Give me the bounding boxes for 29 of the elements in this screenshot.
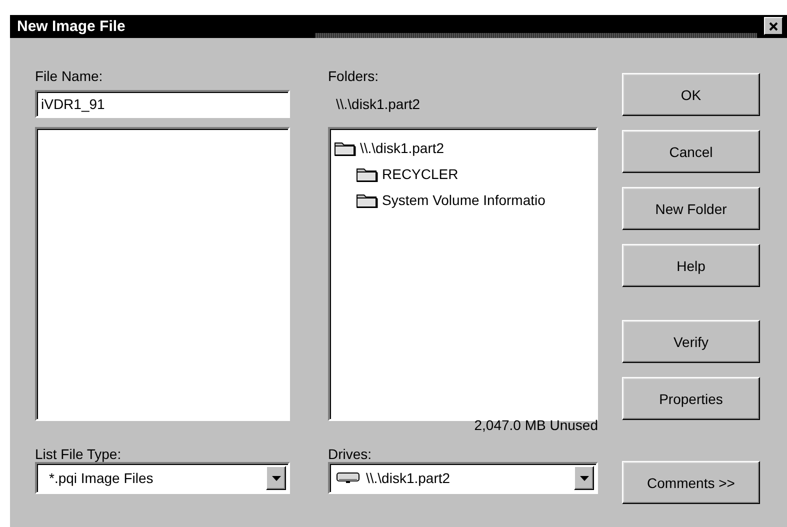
folder-item[interactable]: \\.\disk1.part2 — [360, 140, 444, 156]
file-name-field[interactable]: iVDR1_91 — [35, 90, 290, 118]
dropdown-value: \\.\disk1.part2 — [366, 470, 450, 486]
dropdown-field[interactable]: *.pqi Image Files — [35, 462, 290, 494]
folder-item[interactable]: RECYCLER — [382, 166, 458, 182]
window-title: New Image File — [17, 18, 126, 35]
drive-icon — [336, 472, 360, 484]
dropdown-value: *.pqi Image Files — [49, 470, 154, 486]
file-type-label: List File Type: — [35, 446, 122, 462]
drives-label: Drives: — [328, 446, 372, 462]
close-button[interactable] — [764, 17, 783, 35]
dialog-button[interactable]: Cancel — [622, 130, 760, 173]
dialog-button[interactable]: Comments >> — [622, 461, 760, 504]
dialog-button[interactable]: New Folder — [622, 187, 760, 230]
folder-icon — [334, 140, 356, 156]
file-list[interactable] — [35, 127, 290, 421]
close-icon — [769, 22, 778, 30]
dialog-button[interactable]: Verify — [622, 320, 760, 363]
folder-icon — [356, 192, 378, 208]
dialog-button[interactable]: Help — [622, 244, 760, 287]
dropdown-field[interactable]: \\.\disk1.part2 — [328, 462, 598, 494]
file-name-label: File Name: — [35, 68, 104, 84]
free-space-text: 2,047.0 MB Unused — [474, 417, 598, 433]
folder-item[interactable]: System Volume Informatio — [382, 192, 546, 208]
dialog-button[interactable]: OK — [622, 73, 760, 116]
current-path: \\.\disk1.part2 — [335, 96, 422, 112]
folder-icon — [356, 166, 378, 182]
dialog-button[interactable]: Properties — [622, 377, 760, 420]
folders-label: Folders: — [328, 68, 380, 84]
